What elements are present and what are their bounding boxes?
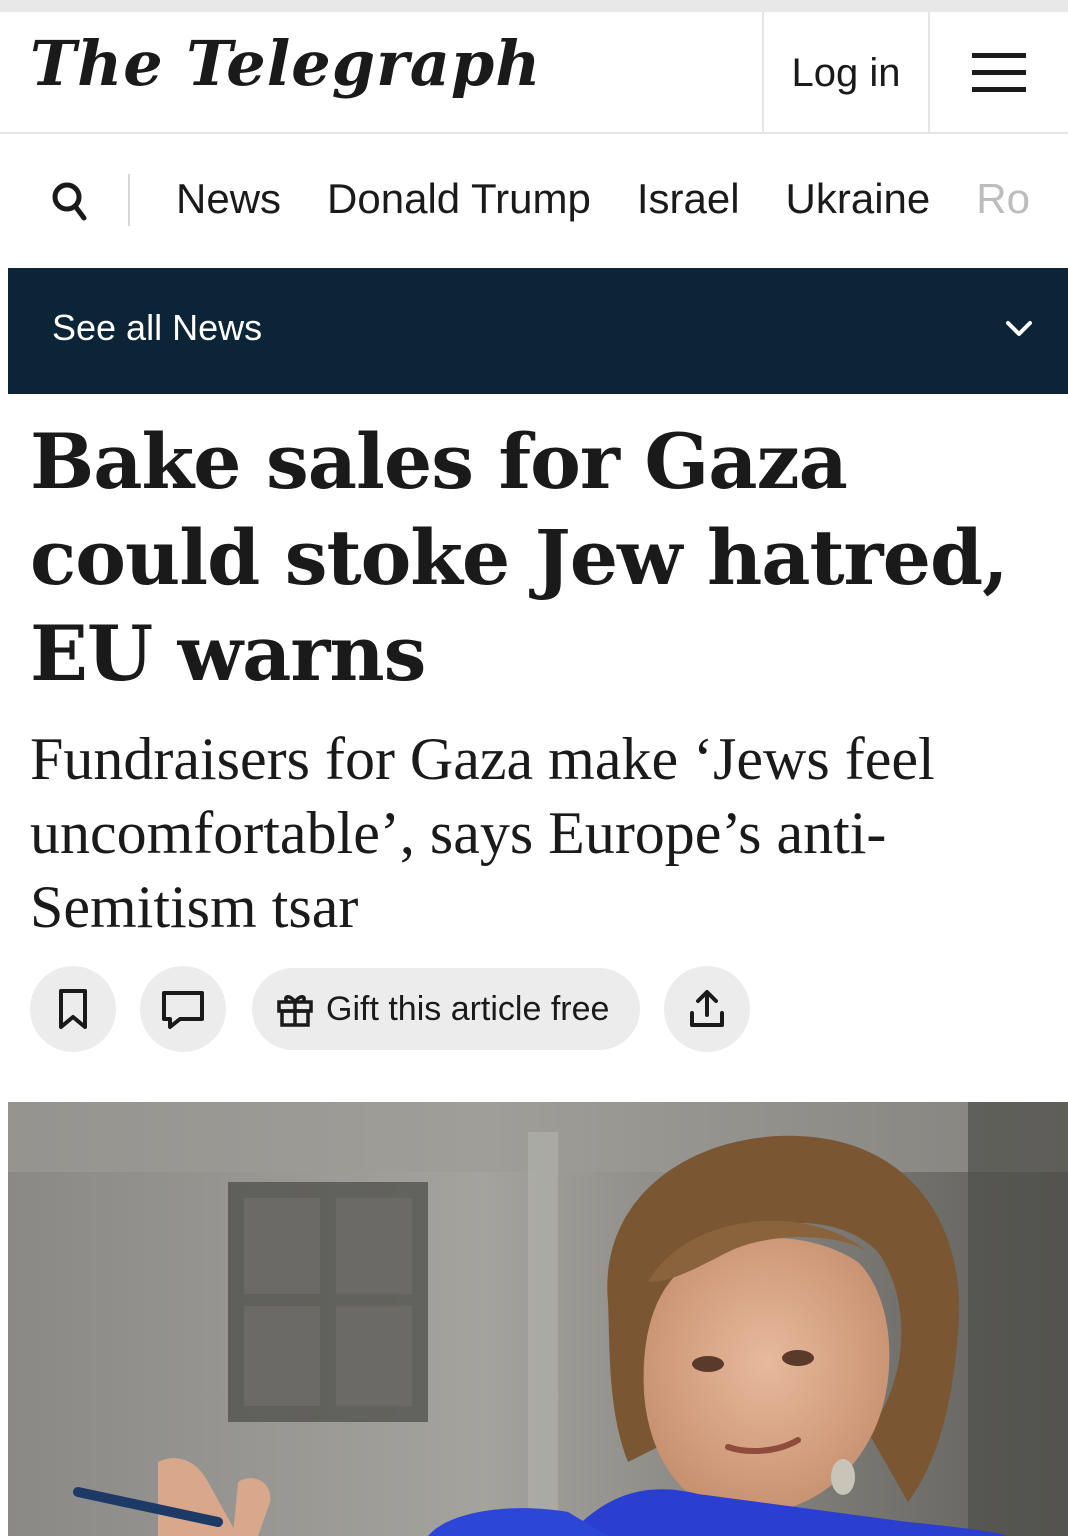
search-icon[interactable] xyxy=(50,180,90,224)
chevron-down-icon xyxy=(1006,321,1032,336)
nav-item-donald-trump[interactable]: Donald Trump xyxy=(327,170,591,228)
section-nav: News Donald Trump Israel Ukraine Ro xyxy=(0,134,1068,268)
nav-items: News Donald Trump Israel Ukraine Ro xyxy=(176,170,1030,228)
gift-icon xyxy=(277,995,313,1027)
see-all-news-label: See all News xyxy=(52,307,263,348)
nav-item-israel[interactable]: Israel xyxy=(637,170,740,228)
article-headline: Bake sales for Gaza could stoke Jew hatr… xyxy=(30,417,1009,698)
comment-icon xyxy=(162,991,204,1029)
nav-item-truncated[interactable]: Ro xyxy=(976,170,1030,228)
nav-item-news[interactable]: News xyxy=(176,170,281,228)
nav-item-ukraine[interactable]: Ukraine xyxy=(786,170,931,228)
hamburger-menu-icon xyxy=(972,53,1026,93)
see-all-news-bar[interactable]: See all News xyxy=(8,268,1068,394)
bookmark-button[interactable] xyxy=(30,966,116,1052)
menu-button[interactable] xyxy=(930,12,1068,134)
login-button[interactable]: Log in xyxy=(762,12,930,134)
hero-photo xyxy=(8,1102,1068,1536)
article-standfirst: Fundraisers for Gaza make ‘Jews feel unc… xyxy=(30,726,935,940)
comments-button[interactable] xyxy=(140,966,226,1052)
nav-divider xyxy=(128,174,130,226)
telegraph-logo[interactable]: The Telegraph xyxy=(30,24,541,104)
gift-article-button[interactable]: Gift this article free xyxy=(252,968,640,1050)
share-icon xyxy=(690,990,724,1027)
gift-article-label: Gift this article free xyxy=(326,989,610,1028)
hero-photo-illustration xyxy=(8,1102,1068,1536)
bookmark-icon xyxy=(59,989,87,1029)
top-bar: The Telegraph Log in xyxy=(0,0,1068,134)
article-actions: Gift this article free xyxy=(30,966,930,1054)
share-button[interactable] xyxy=(664,966,750,1052)
